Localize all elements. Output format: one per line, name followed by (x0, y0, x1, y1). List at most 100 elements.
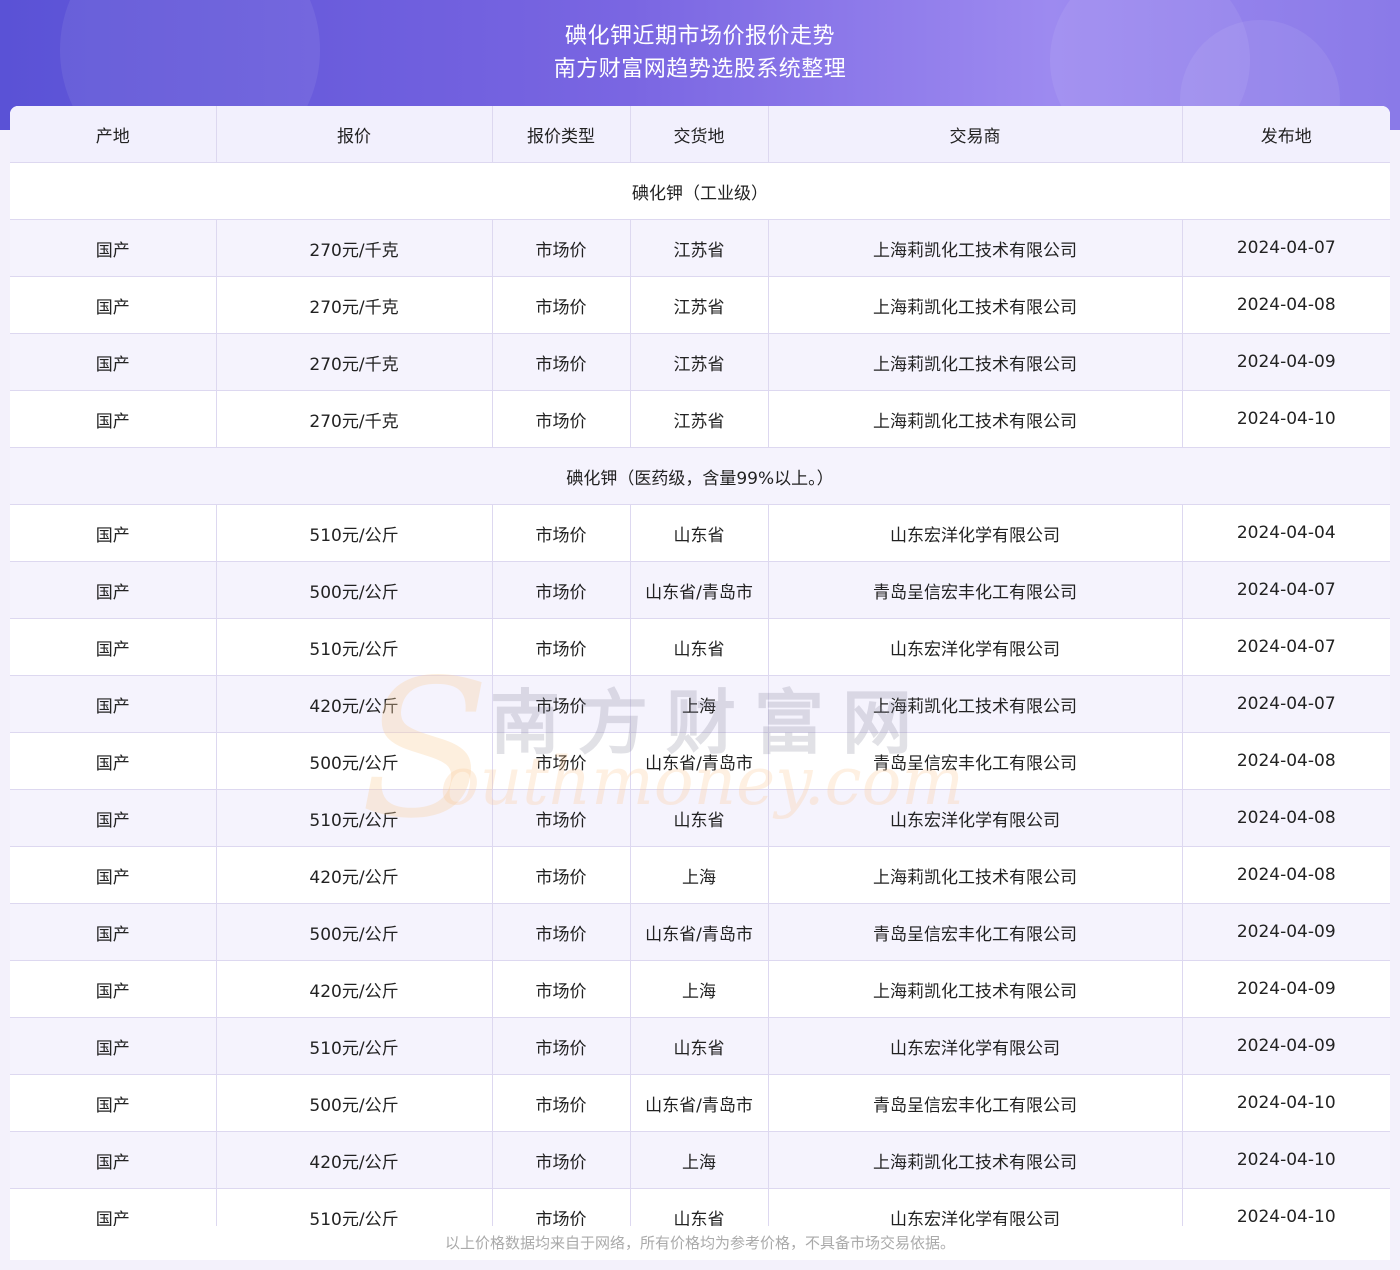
table-cell: 市场价 (492, 675, 631, 733)
table-header-row: 产地 报价 报价类型 交货地 交易商 发布地 (10, 106, 1390, 163)
table-cell: 510元/公斤 (216, 1017, 493, 1075)
table-cell: 江苏省 (630, 276, 769, 334)
table-row: 国产 270元/千克 市场价 江苏省 上海莉凯化工技术有限公司 2024-04-09 (10, 333, 1390, 391)
table-cell: 500元/公斤 (216, 561, 493, 619)
table-cell: 500元/公斤 (216, 1074, 493, 1132)
table-cell: 国产 (10, 1188, 217, 1226)
table-cell: 市场价 (492, 276, 631, 334)
table-row: 国产 270元/千克 市场价 江苏省 上海莉凯化工技术有限公司 2024-04-10 (10, 390, 1390, 448)
table-cell: 市场价 (492, 504, 631, 562)
table-cell: 420元/公斤 (216, 1131, 493, 1189)
table-row: 国产 420元/公斤 市场价 上海 上海莉凯化工技术有限公司 2024-04-08 (10, 846, 1390, 904)
table-cell: 山东宏洋化学有限公司 (768, 1017, 1183, 1075)
table-cell: 国产 (10, 960, 217, 1018)
table-cell: 青岛呈信宏丰化工有限公司 (768, 903, 1183, 961)
table-cell: 510元/公斤 (216, 618, 493, 676)
table-cell: 420元/公斤 (216, 675, 493, 733)
table-cell: 上海莉凯化工技术有限公司 (768, 276, 1183, 334)
table-cell: 国产 (10, 276, 217, 334)
table-cell: 江苏省 (630, 219, 769, 277)
table-cell: 青岛呈信宏丰化工有限公司 (768, 561, 1183, 619)
table-cell: 上海 (630, 960, 769, 1018)
table-cell: 市场价 (492, 903, 631, 961)
table-cell: 上海 (630, 1131, 769, 1189)
table-cell: 2024-04-07 (1182, 618, 1390, 676)
page-title: 碘化钾近期市场价报价走势 南方财富网趋势选股系统整理 (0, 20, 1400, 86)
table-cell: 青岛呈信宏丰化工有限公司 (768, 732, 1183, 790)
table-cell: 市场价 (492, 219, 631, 277)
table-cell: 2024-04-10 (1182, 1074, 1390, 1132)
table-row: 国产 510元/公斤 市场价 山东省 山东宏洋化学有限公司 2024-04-10 (10, 1188, 1390, 1226)
table-cell: 500元/公斤 (216, 732, 493, 790)
table-cell: 510元/公斤 (216, 789, 493, 847)
table-cell: 青岛呈信宏丰化工有限公司 (768, 1074, 1183, 1132)
table-cell: 2024-04-07 (1182, 675, 1390, 733)
table-cell: 国产 (10, 789, 217, 847)
table-cell: 500元/公斤 (216, 903, 493, 961)
table-cell: 上海莉凯化工技术有限公司 (768, 333, 1183, 391)
table-row: 国产 420元/公斤 市场价 上海 上海莉凯化工技术有限公司 2024-04-09 (10, 960, 1390, 1018)
table-cell: 270元/千克 (216, 390, 493, 448)
table-row: 国产 500元/公斤 市场价 山东省/青岛市 青岛呈信宏丰化工有限公司 2024-04-0… (10, 903, 1390, 961)
table-cell: 市场价 (492, 960, 631, 1018)
table-cell: 国产 (10, 561, 217, 619)
table-cell: 2024-04-10 (1182, 1131, 1390, 1189)
table-cell: 上海 (630, 846, 769, 904)
table-cell: 上海莉凯化工技术有限公司 (768, 390, 1183, 448)
table-cell: 市场价 (492, 333, 631, 391)
table-cell: 上海莉凯化工技术有限公司 (768, 846, 1183, 904)
table-cell: 山东宏洋化学有限公司 (768, 789, 1183, 847)
table-cell: 2024-04-09 (1182, 1017, 1390, 1075)
table-cell: 510元/公斤 (216, 1188, 493, 1226)
table-cell: 国产 (10, 1131, 217, 1189)
table-cell: 2024-04-07 (1182, 561, 1390, 619)
table-cell: 2024-04-09 (1182, 333, 1390, 391)
table-cell: 山东省 (630, 1017, 769, 1075)
category-label: 碘化钾（工业级） (10, 162, 1390, 220)
column-header: 报价 (216, 106, 493, 163)
table-cell: 山东省/青岛市 (630, 732, 769, 790)
column-header: 交易商 (768, 106, 1183, 163)
table-cell: 上海莉凯化工技术有限公司 (768, 960, 1183, 1018)
table-cell: 510元/公斤 (216, 504, 493, 562)
table-cell: 2024-04-08 (1182, 789, 1390, 847)
table-cell: 江苏省 (630, 333, 769, 391)
table-row: 国产 510元/公斤 市场价 山东省 山东宏洋化学有限公司 2024-04-07 (10, 618, 1390, 676)
table-cell: 270元/千克 (216, 219, 493, 277)
price-table: 产地 报价 报价类型 交货地 交易商 发布地 碘化钾（工业级） 国产 270元/千克 市场价 江苏… (10, 106, 1390, 1226)
category-row: 碘化钾（医药级，含量99%以上。） (10, 447, 1390, 505)
category-label: 碘化钾（医药级，含量99%以上。） (10, 447, 1390, 505)
table-cell: 市场价 (492, 732, 631, 790)
table-row: 国产 510元/公斤 市场价 山东省 山东宏洋化学有限公司 2024-04-09 (10, 1017, 1390, 1075)
table-row: 国产 510元/公斤 市场价 山东省 山东宏洋化学有限公司 2024-04-04 (10, 504, 1390, 562)
table-row: 国产 500元/公斤 市场价 山东省/青岛市 青岛呈信宏丰化工有限公司 2024-04-0… (10, 561, 1390, 619)
table-cell: 国产 (10, 390, 217, 448)
table-body: 碘化钾（工业级） 国产 270元/千克 市场价 江苏省 上海莉凯化工技术有限公司 2024-… (10, 162, 1390, 1226)
table-cell: 国产 (10, 219, 217, 277)
table-cell: 市场价 (492, 390, 631, 448)
table-cell: 市场价 (492, 561, 631, 619)
table-cell: 山东省/青岛市 (630, 561, 769, 619)
table-row: 国产 500元/公斤 市场价 山东省/青岛市 青岛呈信宏丰化工有限公司 2024-04-0… (10, 732, 1390, 790)
footer-note: 以上价格数据均来自于网络，所有价格均为参考价格，不具备市场交易依据。 (10, 1226, 1390, 1260)
price-table-card: 产地 报价 报价类型 交货地 交易商 发布地 碘化钾（工业级） 国产 270元/千克 市场价 江苏… (10, 106, 1390, 1226)
table-row: 国产 500元/公斤 市场价 山东省/青岛市 青岛呈信宏丰化工有限公司 2024-04-1… (10, 1074, 1390, 1132)
table-row: 国产 270元/千克 市场价 江苏省 上海莉凯化工技术有限公司 2024-04-07 (10, 219, 1390, 277)
table-cell: 江苏省 (630, 390, 769, 448)
table-cell: 国产 (10, 732, 217, 790)
column-header: 报价类型 (492, 106, 631, 163)
table-cell: 2024-04-08 (1182, 846, 1390, 904)
table-cell: 国产 (10, 675, 217, 733)
table-cell: 2024-04-08 (1182, 732, 1390, 790)
table-cell: 上海 (630, 675, 769, 733)
table-cell: 2024-04-07 (1182, 219, 1390, 277)
table-cell: 2024-04-09 (1182, 903, 1390, 961)
table-cell: 山东宏洋化学有限公司 (768, 504, 1183, 562)
table-cell: 市场价 (492, 846, 631, 904)
table-cell: 420元/公斤 (216, 846, 493, 904)
table-cell: 2024-04-10 (1182, 1188, 1390, 1226)
table-cell: 国产 (10, 333, 217, 391)
table-cell: 2024-04-04 (1182, 504, 1390, 562)
title-line-1: 碘化钾近期市场价报价走势 (564, 24, 835, 49)
category-row: 碘化钾（工业级） (10, 162, 1390, 220)
